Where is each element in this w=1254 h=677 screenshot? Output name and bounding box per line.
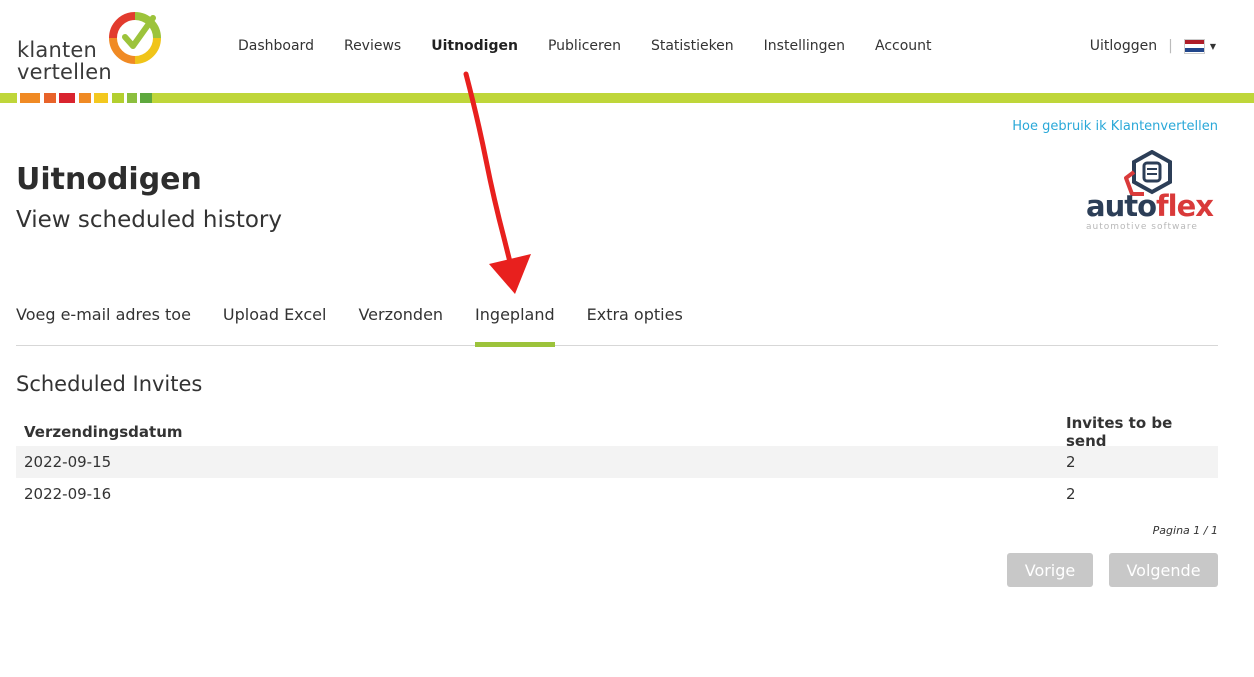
section-title: Scheduled Invites bbox=[16, 372, 203, 396]
top-header: klanten vertellen Dashboard Reviews Uitn… bbox=[0, 0, 1254, 93]
nav-publiceren[interactable]: Publiceren bbox=[533, 37, 636, 55]
tab-extra-opties[interactable]: Extra opties bbox=[587, 304, 683, 346]
cell-invites: 2 bbox=[1066, 485, 1076, 503]
previous-page-button[interactable]: Vorige bbox=[1007, 553, 1093, 587]
autoflex-wordmark: autoflex bbox=[1086, 189, 1214, 223]
autoflex-wordmark-part2: flex bbox=[1156, 189, 1214, 223]
help-link[interactable]: Hoe gebruik ik Klantenvertellen bbox=[1012, 119, 1218, 134]
page-title: Uitnodigen bbox=[16, 162, 202, 197]
language-dropdown[interactable]: ▼ bbox=[1183, 38, 1216, 54]
logo-color-strip bbox=[17, 93, 152, 103]
invite-tabs: Voeg e-mail adres toe Upload Excel Verzo… bbox=[16, 304, 1218, 347]
logo-text-line2: vertellen bbox=[17, 60, 112, 84]
nav-instellingen[interactable]: Instellingen bbox=[749, 37, 860, 55]
caret-down-icon: ▼ bbox=[1209, 41, 1216, 51]
header-right: Uitloggen | ▼ bbox=[1090, 37, 1216, 55]
tab-voeg-email[interactable]: Voeg e-mail adres toe bbox=[16, 304, 191, 346]
dutch-flag-icon bbox=[1183, 38, 1205, 54]
column-header-invites: Invites to be send bbox=[1066, 414, 1173, 450]
scheduled-invites-table: Verzendingsdatum Invites to be send 2022… bbox=[16, 414, 1218, 510]
header-separator: | bbox=[1168, 38, 1173, 54]
pagination-info: Pagina 1 / 1 bbox=[1152, 524, 1218, 537]
klantenvertellen-logo[interactable]: klanten vertellen bbox=[17, 10, 167, 88]
table-header-row: Verzendingsdatum Invites to be send bbox=[16, 414, 1218, 450]
checkmark-badge-icon bbox=[109, 12, 161, 64]
nav-uitnodigen[interactable]: Uitnodigen bbox=[416, 37, 533, 55]
table-row: 2022-09-15 2 bbox=[16, 446, 1218, 478]
column-header-date: Verzendingsdatum bbox=[24, 423, 183, 441]
nav-statistieken[interactable]: Statistieken bbox=[636, 37, 749, 55]
tab-ingepland[interactable]: Ingepland bbox=[475, 304, 555, 347]
logout-link[interactable]: Uitloggen bbox=[1090, 37, 1157, 55]
next-page-button[interactable]: Volgende bbox=[1109, 553, 1218, 587]
table-row: 2022-09-16 2 bbox=[16, 478, 1218, 510]
nav-dashboard[interactable]: Dashboard bbox=[223, 37, 329, 55]
main-nav: Dashboard Reviews Uitnodigen Publiceren … bbox=[223, 37, 947, 55]
header-accent-bar bbox=[0, 93, 1254, 103]
logo-text-line1: klanten bbox=[17, 38, 98, 62]
page-subtitle: View scheduled history bbox=[16, 207, 282, 233]
cell-date: 2022-09-16 bbox=[24, 485, 112, 503]
autoflex-logo: autoflex automotive software bbox=[1080, 150, 1220, 238]
cell-invites: 2 bbox=[1066, 453, 1076, 471]
autoflex-tagline: automotive software bbox=[1086, 222, 1198, 232]
tab-verzonden[interactable]: Verzonden bbox=[358, 304, 443, 346]
tab-upload-excel[interactable]: Upload Excel bbox=[223, 304, 327, 346]
cell-date: 2022-09-15 bbox=[24, 453, 112, 471]
autoflex-wordmark-part1: auto bbox=[1086, 189, 1157, 223]
nav-account[interactable]: Account bbox=[860, 37, 947, 55]
nav-reviews[interactable]: Reviews bbox=[329, 37, 416, 55]
